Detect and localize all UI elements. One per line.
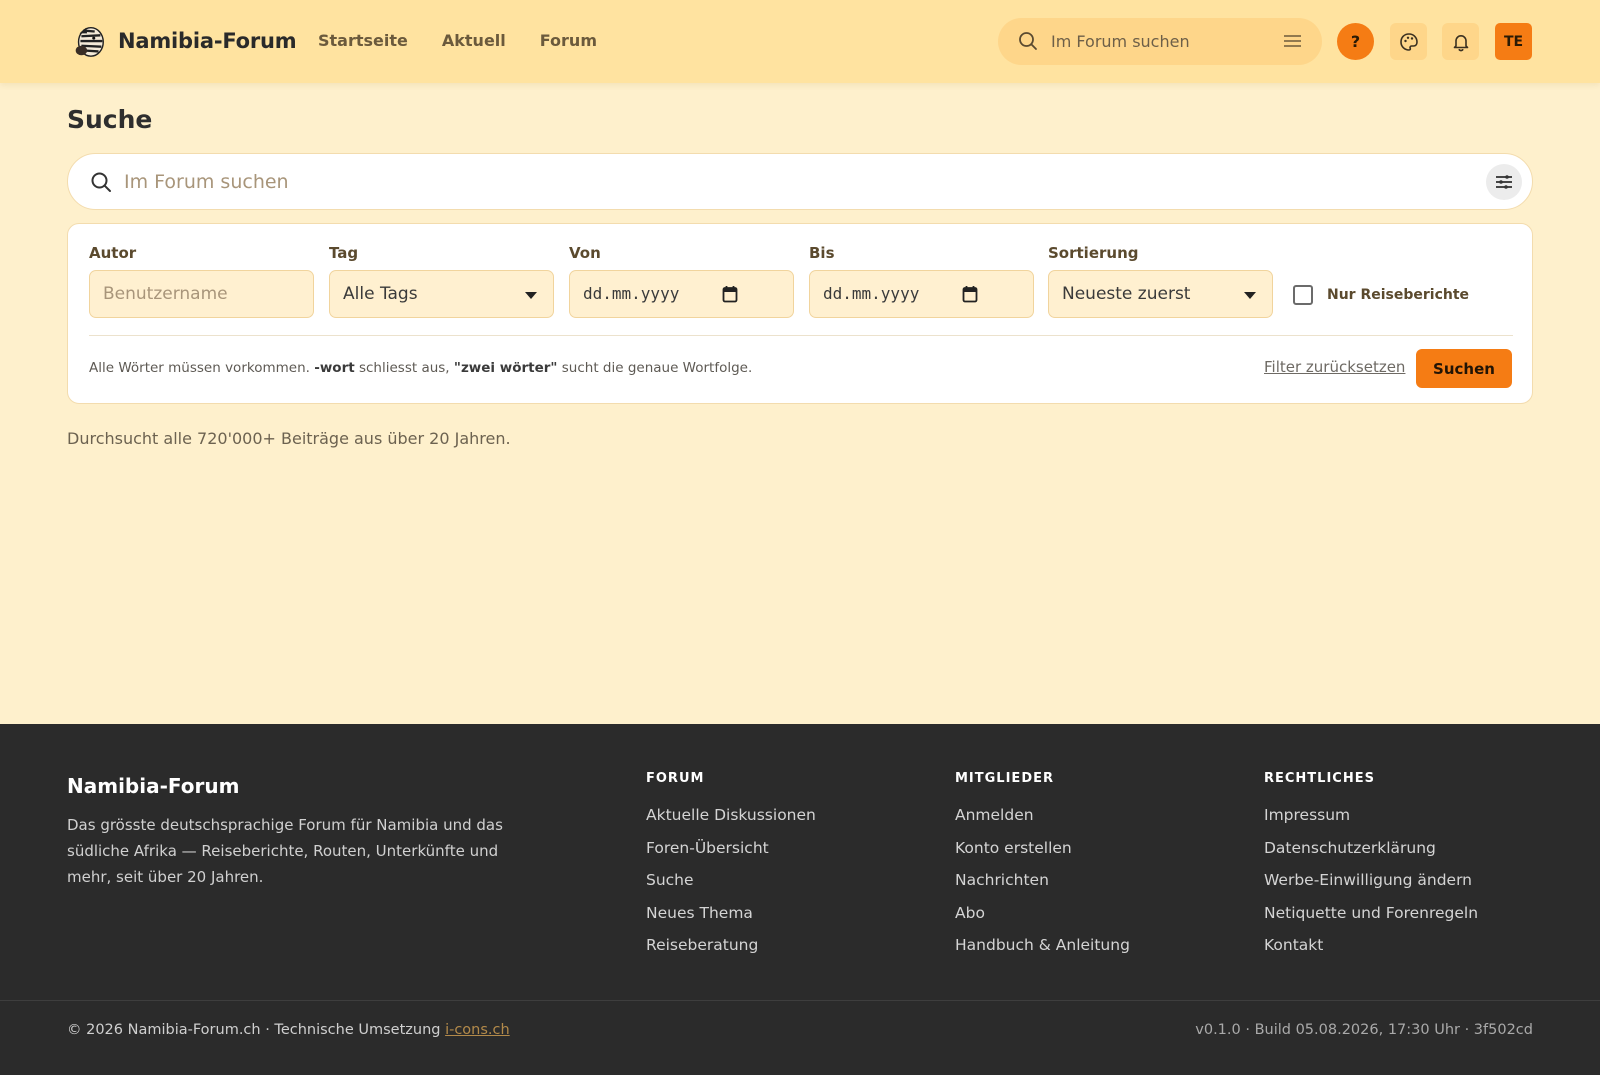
footer-link[interactable]: Reiseberatung bbox=[646, 936, 816, 969]
top-header: Namibia-Forum Startseite Aktuell Forum I… bbox=[0, 0, 1600, 83]
footer-link[interactable]: Aktuelle Diskussionen bbox=[646, 806, 816, 839]
footer-column-members: MITGLIEDER Anmelden Konto erstellen Nach… bbox=[955, 771, 1130, 969]
filter-icon bbox=[1496, 175, 1512, 189]
footer-link[interactable]: Suche bbox=[646, 871, 816, 904]
nav-startseite[interactable]: Startseite bbox=[318, 31, 408, 50]
filter-panel: Autor Benutzername Tag Alle Tags Von dd.… bbox=[67, 223, 1533, 404]
reset-filters-link[interactable]: Filter zurücksetzen bbox=[1264, 358, 1405, 376]
footer-column-title: RECHTLICHES bbox=[1264, 771, 1375, 786]
build-info: v0.1.0 · Build 05.08.2026, 17:30 Uhr · 3… bbox=[1195, 1022, 1533, 1038]
travel-reports-label: Nur Reiseberichte bbox=[1327, 287, 1470, 303]
from-date-label: Von bbox=[569, 244, 601, 262]
tag-filter: Tag Alle Tags bbox=[329, 244, 554, 318]
footer-column-forum: FORUM Aktuelle Diskussionen Foren-Übersi… bbox=[646, 771, 816, 969]
hint-text: sucht die genaue Wortfolge. bbox=[557, 360, 753, 376]
footer-link[interactable]: Handbuch & Anleitung bbox=[955, 936, 1130, 969]
sort-filter: Sortierung Neueste zuerst bbox=[1048, 244, 1273, 318]
to-date-input[interactable]: dd.mm.yyyy bbox=[809, 270, 1034, 318]
help-button[interactable]: ? bbox=[1337, 23, 1374, 60]
nav-forum[interactable]: Forum bbox=[540, 31, 597, 50]
from-date-placeholder: dd.mm.yyyy bbox=[583, 284, 680, 303]
user-avatar[interactable]: TE bbox=[1495, 23, 1532, 60]
footer-link[interactable]: Neues Thema bbox=[646, 904, 816, 937]
nav-aktuell[interactable]: Aktuell bbox=[442, 31, 506, 50]
calendar-icon[interactable] bbox=[722, 285, 738, 303]
footer-description: Das grösste deutschsprachige Forum für N… bbox=[67, 816, 503, 886]
divider bbox=[89, 335, 1513, 336]
brand-link[interactable]: Namibia-Forum bbox=[70, 22, 297, 60]
header-search-input[interactable]: Im Forum suchen bbox=[998, 18, 1322, 65]
footer-link[interactable]: Foren-Übersicht bbox=[646, 839, 816, 872]
filter-icon[interactable] bbox=[1283, 33, 1302, 49]
search-icon bbox=[1019, 32, 1037, 50]
sort-select[interactable]: Neueste zuerst bbox=[1048, 270, 1273, 318]
hint-phrase-example: "zwei wörter" bbox=[453, 360, 558, 376]
calendar-icon[interactable] bbox=[962, 285, 978, 303]
search-syntax-hint: Alle Wörter müssen vorkommen. -wort schl… bbox=[89, 360, 752, 376]
footer-link[interactable]: Netiquette und Forenregeln bbox=[1264, 904, 1478, 937]
footer-link[interactable]: Kontakt bbox=[1264, 936, 1478, 969]
search-icon bbox=[91, 172, 111, 192]
credit-link[interactable]: i-cons.ch bbox=[445, 1022, 510, 1038]
author-filter: Autor Benutzername bbox=[89, 244, 314, 318]
zebra-logo-icon bbox=[75, 26, 104, 57]
page-title: Suche bbox=[67, 105, 153, 134]
chevron-down-icon bbox=[525, 292, 537, 299]
filter-toggle-button[interactable] bbox=[1486, 164, 1522, 200]
copyright-text: © 2026 Namibia-Forum.ch · Technische Ums… bbox=[67, 1022, 446, 1038]
from-date-input[interactable]: dd.mm.yyyy bbox=[569, 270, 794, 318]
main-nav: Startseite Aktuell Forum bbox=[318, 31, 597, 50]
search-input[interactable]: Im Forum suchen bbox=[67, 153, 1533, 210]
search-submit-button[interactable]: Suchen bbox=[1416, 349, 1512, 388]
footer-copyright: © 2026 Namibia-Forum.ch · Technische Ums… bbox=[67, 1022, 510, 1038]
chevron-down-icon bbox=[1244, 292, 1256, 299]
footer-link[interactable]: Abo bbox=[955, 904, 1130, 937]
to-date-label: Bis bbox=[809, 244, 835, 262]
theme-button[interactable] bbox=[1390, 23, 1427, 60]
bell-icon bbox=[1453, 34, 1468, 51]
palette-icon bbox=[1399, 32, 1418, 51]
search-placeholder: Im Forum suchen bbox=[124, 171, 289, 193]
footer-brand: Namibia-Forum bbox=[67, 774, 240, 798]
author-label: Autor bbox=[89, 244, 137, 262]
footer-link[interactable]: Nachrichten bbox=[955, 871, 1130, 904]
search-scope-note: Durchsucht alle 720'000+ Beiträge aus üb… bbox=[67, 429, 511, 448]
author-input[interactable]: Benutzername bbox=[89, 270, 314, 318]
to-date-placeholder: dd.mm.yyyy bbox=[823, 284, 920, 303]
travel-reports-toggle[interactable]: Nur Reiseberichte bbox=[1293, 285, 1469, 305]
author-placeholder: Benutzername bbox=[103, 284, 228, 304]
tag-select[interactable]: Alle Tags bbox=[329, 270, 554, 318]
footer-link[interactable]: Anmelden bbox=[955, 806, 1130, 839]
hint-text: Alle Wörter müssen vorkommen. bbox=[89, 360, 315, 376]
tag-select-value: Alle Tags bbox=[343, 284, 418, 304]
footer-column-legal: RECHTLICHES Impressum Datenschutzerkläru… bbox=[1264, 771, 1478, 969]
from-date-filter: Von dd.mm.yyyy bbox=[569, 244, 794, 318]
footer-link[interactable]: Werbe-Einwilligung ändern bbox=[1264, 871, 1478, 904]
footer-link[interactable]: Impressum bbox=[1264, 806, 1478, 839]
tag-label: Tag bbox=[329, 244, 359, 262]
footer-divider bbox=[0, 1000, 1600, 1001]
to-date-filter: Bis dd.mm.yyyy bbox=[809, 244, 1034, 318]
footer-link[interactable]: Datenschutzerklärung bbox=[1264, 839, 1478, 872]
notifications-button[interactable] bbox=[1442, 23, 1479, 60]
help-icon: ? bbox=[1350, 32, 1361, 51]
hint-text: schliesst aus, bbox=[354, 360, 454, 376]
footer-column-title: MITGLIEDER bbox=[955, 771, 1054, 786]
hint-exclude-example: -wort bbox=[314, 360, 355, 376]
footer-column-title: FORUM bbox=[646, 771, 705, 786]
travel-reports-checkbox[interactable] bbox=[1293, 285, 1313, 305]
sort-label: Sortierung bbox=[1048, 244, 1139, 262]
site-footer: Namibia-Forum Das grösste deutschsprachi… bbox=[0, 724, 1600, 1075]
sort-select-value: Neueste zuerst bbox=[1062, 284, 1191, 304]
footer-link[interactable]: Konto erstellen bbox=[955, 839, 1130, 872]
header-search-placeholder: Im Forum suchen bbox=[1051, 32, 1190, 51]
brand-name: Namibia-Forum bbox=[118, 29, 297, 53]
